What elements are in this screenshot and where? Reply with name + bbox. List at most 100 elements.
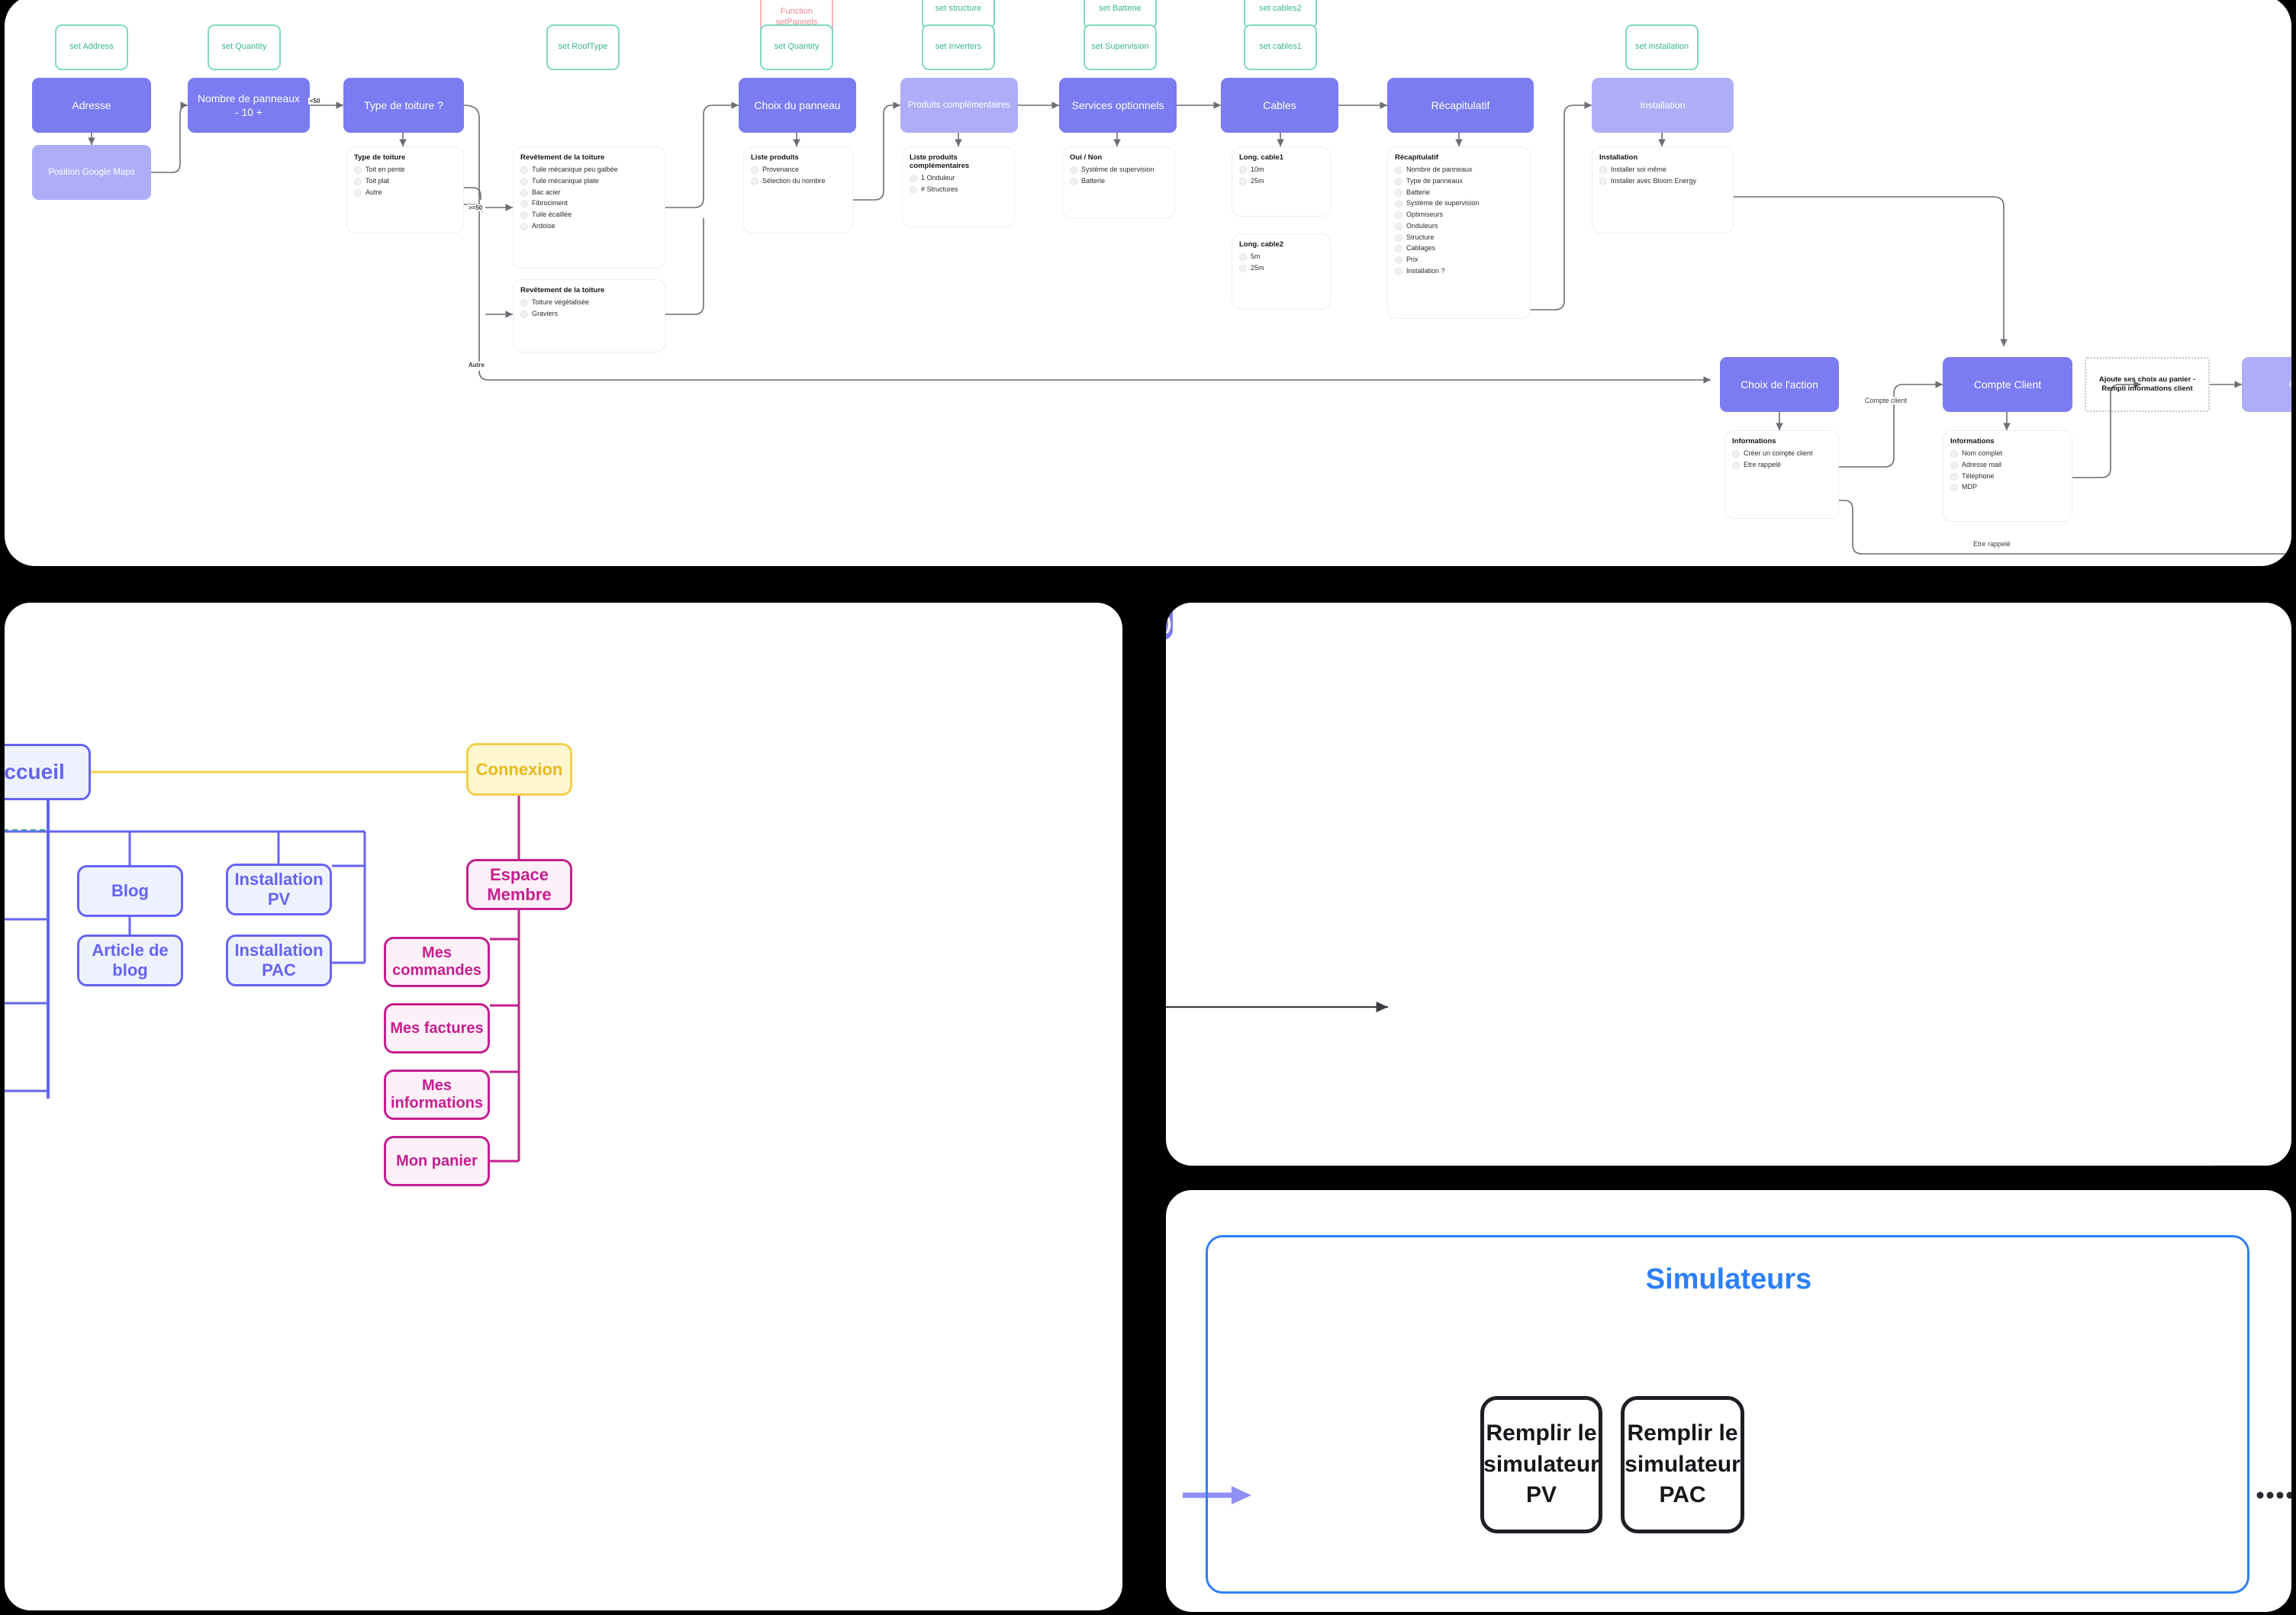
radio-option[interactable]: Graviers [520,310,658,318]
radio-button-icon[interactable] [354,166,362,174]
radio-option[interactable]: Fibrociment [520,199,658,208]
radio-option[interactable]: Batterie [1395,188,1523,197]
radio-option[interactable]: 1 Onduleur [910,174,1007,182]
set-variable-box-set-inverters[interactable]: set Inverters [922,24,995,70]
set-variable-box-set-cables1[interactable]: set cables1 [1244,24,1317,70]
sitemap-node-connexion[interactable]: Connexion [466,743,572,796]
fill-pac-simulator-button[interactable]: Remplir le simulateur PAC [1621,1396,1744,1533]
radio-button-icon[interactable] [1395,245,1402,253]
radio-option[interactable]: MDP [1950,483,2065,492]
radio-option[interactable]: Tuile mécanique peu galbée [520,166,658,174]
radio-option[interactable]: Système de supervision [1395,199,1523,208]
radio-option[interactable]: Toit en pente [354,166,456,174]
radio-button-icon[interactable] [1395,166,1402,174]
set-variable-box-set-supervision[interactable]: set Supervision [1084,24,1157,70]
flow-step-adresse[interactable]: Adresse [32,78,151,133]
radio-option[interactable]: Tuile mécanique plate [520,177,658,185]
radio-button-icon[interactable] [751,166,758,174]
radio-button-icon[interactable] [520,188,528,197]
radio-option[interactable]: Etre rappelé [1732,461,1831,469]
radio-option[interactable]: Installer soi même [1599,166,1726,174]
radio-button-icon[interactable] [520,299,528,307]
radio-button-icon[interactable] [1239,253,1247,261]
radio-button-icon[interactable] [1599,177,1607,185]
radio-button-icon[interactable] [751,177,758,185]
radio-button-icon[interactable] [1395,177,1402,185]
radio-option[interactable]: Toit plat [354,177,456,185]
radio-option[interactable]: 10m [1239,166,1323,174]
radio-option[interactable]: Téléphone [1950,472,2065,481]
sitemap-node-mes-commandes[interactable]: Mes commandes [384,937,490,987]
radio-option[interactable]: 5m [1239,253,1323,261]
radio-button-icon[interactable] [910,185,917,194]
radio-button-icon[interactable] [1732,450,1740,458]
radio-option[interactable]: Type de panneaux [1395,177,1523,185]
radio-button-icon[interactable] [1070,177,1077,185]
radio-option[interactable]: Toiture végétalisée [520,298,658,307]
radio-button-icon[interactable] [1239,264,1247,272]
radio-option[interactable]: Installation ? [1395,267,1523,275]
heating-step-consommation-annuelle-kg[interactable]: Consommation annuelle (kg) [1166,603,1182,640]
radio-option[interactable]: Système de supervision [1070,166,1167,174]
radio-button-icon[interactable] [1395,188,1402,197]
radio-button-icon[interactable] [1950,472,1958,481]
radio-option[interactable]: Installer avec Bloom Energy [1599,177,1726,185]
radio-button-icon[interactable] [354,177,362,185]
set-variable-box-set-rooftype[interactable]: set RoofType [546,24,620,70]
set-variable-box-set-quantity[interactable]: set Quantity [760,24,833,70]
radio-option[interactable]: 25m [1239,264,1323,272]
sitemap-node-installation-pac[interactable]: Installation PAC [226,935,332,986]
flow-step-installation[interactable]: Installation [1592,78,1734,133]
sitemap-node-mon-panier[interactable]: Mon panier [384,1136,490,1186]
flow-step-compte-client[interactable]: Compte Client [1943,357,2072,412]
sitemap-node-accueil[interactable]: Accueil [5,744,91,800]
radio-button-icon[interactable] [520,310,528,318]
flow-step-calendly[interactable]: Calendly [2242,357,2291,412]
radio-option[interactable]: Nombre de panneaux [1395,166,1523,174]
radio-button-icon[interactable] [1395,211,1402,219]
radio-button-icon[interactable] [1395,222,1402,230]
sitemap-node-mes-informations[interactable]: Mes informations [384,1070,490,1120]
radio-button-icon[interactable] [520,211,528,219]
radio-button-icon[interactable] [1599,166,1607,174]
radio-option[interactable]: Structure [1395,233,1523,242]
radio-option[interactable]: Optimiseurs [1395,211,1523,219]
radio-button-icon[interactable] [520,166,528,174]
radio-option[interactable]: Tuile écaillée [520,211,658,219]
radio-button-icon[interactable] [1395,267,1402,275]
set-variable-box-set-address[interactable]: set Address [55,24,128,70]
radio-option[interactable]: Onduleurs [1395,222,1523,230]
set-variable-box-set-quantity[interactable]: set Quantity [208,24,281,70]
fill-pv-simulator-button[interactable]: Remplir le simulateur PV [1480,1396,1602,1533]
radio-option[interactable]: Adresse mail [1950,461,2065,469]
radio-button-icon[interactable] [1070,166,1077,174]
radio-option[interactable]: Nom complet [1950,449,2065,458]
radio-button-icon[interactable] [1950,461,1958,469]
flow-step-services-optionnels[interactable]: Services optionnels [1059,78,1177,133]
radio-button-icon[interactable] [1239,177,1247,185]
radio-button-icon[interactable] [354,188,362,197]
radio-option[interactable]: Autre [354,188,456,197]
radio-option[interactable]: 25m [1239,177,1323,185]
flow-step-choix-de-l-action[interactable]: Choix de l'action [1720,357,1839,412]
flow-step-type-de-toiture[interactable]: Type de toiture ? [343,78,464,133]
radio-option[interactable]: Créer un compte client [1732,449,1831,458]
radio-button-icon[interactable] [520,200,528,208]
radio-option[interactable]: # Structures [910,185,1007,194]
radio-option[interactable]: Prix [1395,256,1523,264]
sitemap-node-mes-factures[interactable]: Mes factures [384,1003,490,1054]
radio-button-icon[interactable] [1732,461,1740,469]
radio-button-icon[interactable] [1239,166,1247,174]
flow-step-position-google-maps[interactable]: Position Google Maps [32,145,151,200]
flow-step-produits-complementaires[interactable]: Produits complémentaires [900,78,1018,133]
sitemap-node-blog[interactable]: Blog [77,865,183,917]
flow-step-nombre-de-panneaux-10[interactable]: Nombre de panneaux - 10 + [188,78,310,133]
sitemap-node-article-de-blog[interactable]: Article de blog [77,935,183,986]
radio-option[interactable]: Ardoise [520,222,658,230]
flow-step-cables[interactable]: Cables [1221,78,1338,133]
sitemap-node-espace-membre[interactable]: Espace Membre [466,859,572,910]
set-variable-box-set-installation[interactable]: set Installation [1625,24,1699,70]
radio-button-icon[interactable] [1950,484,1958,492]
radio-button-icon[interactable] [1395,233,1402,242]
flow-step-recapitulatif[interactable]: Récapitulatif [1387,78,1534,133]
